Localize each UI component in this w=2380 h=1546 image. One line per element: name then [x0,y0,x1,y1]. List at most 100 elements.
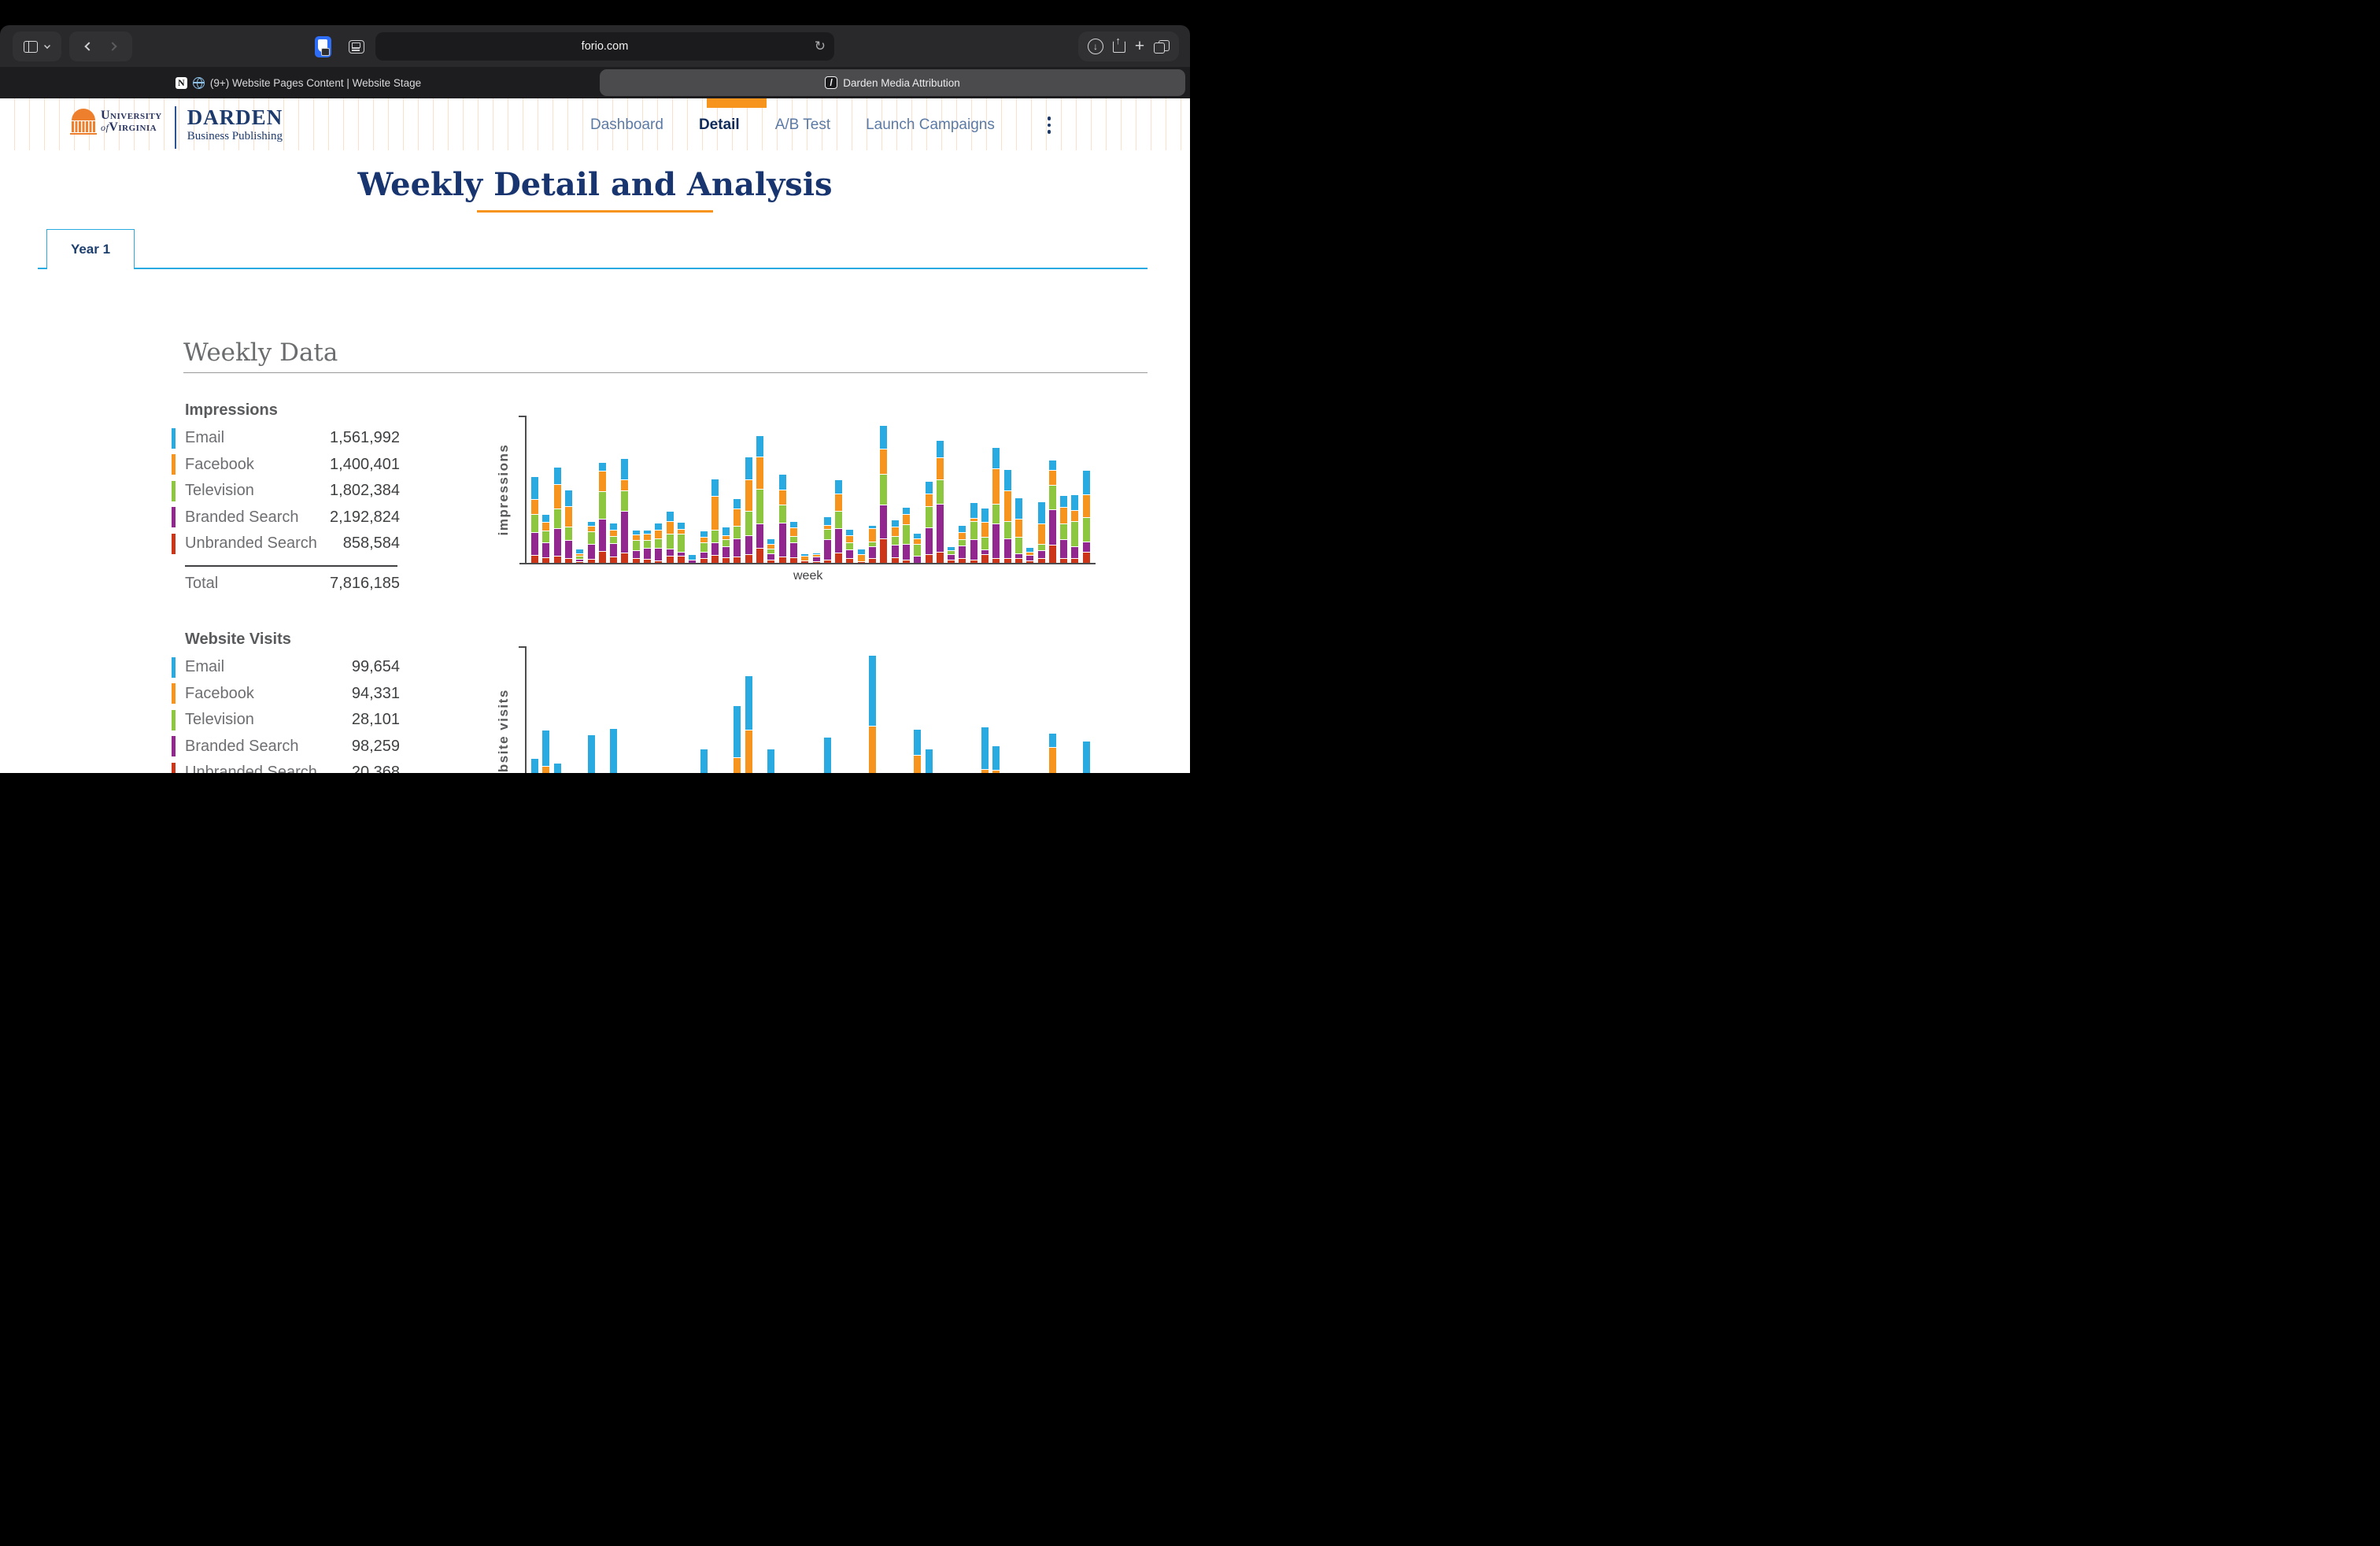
tab-overview-icon[interactable] [1154,40,1170,54]
nav-ab-test[interactable]: A/B Test [775,117,830,134]
bar-segment [869,529,876,542]
metric-value: 1,400,401 [330,456,400,474]
bar-segment [610,544,617,557]
bar-segment [1049,471,1056,485]
sidebar-toggle-button[interactable] [13,31,61,61]
bar-segment [970,519,978,521]
metric-row: Unbranded Search20,368 [172,760,400,773]
tab-year-1[interactable]: Year 1 [46,229,135,269]
bar-segment [992,448,1000,468]
stacked-bar [644,530,651,563]
uva-wordmark: University ofVirginia [101,109,162,134]
stacked-bar [531,476,538,563]
stacked-bar [926,749,933,773]
bar-segment [588,560,595,563]
stacked-bar [599,462,606,563]
bar-segment [565,507,572,527]
browser-tab-website-pages[interactable]: N (9+) Website Pages Content | Website S… [0,67,597,98]
bar-segment [914,539,921,544]
bar-segment [700,749,708,773]
stacked-bar [880,425,887,563]
bar-segment [745,676,752,730]
bar-segment [1071,522,1078,546]
bar-segment [734,758,741,773]
forio-slash-icon: / [825,76,837,89]
new-tab-icon[interactable]: + [1135,39,1144,54]
bar-segment [926,482,933,494]
bar-segment [1049,546,1056,563]
nav-detail[interactable]: Detail [699,117,740,134]
bar-segment [892,558,899,563]
bar-segment [1038,545,1045,550]
forward-button[interactable] [108,42,116,50]
bar-segment [610,557,617,563]
bar-segment [1060,496,1067,507]
bar-segment [779,505,786,523]
bar-segment [869,656,876,726]
bar-segment [1015,498,1022,519]
bar-segment [689,560,696,563]
bar-segment [1083,553,1090,563]
bar-segment [1038,502,1045,523]
bar-segment [644,549,651,559]
chevron-down-icon [44,43,50,49]
page-title: Weekly Detail and Analysis [0,166,1190,203]
bar-segment [970,503,978,518]
darden-wordmark: DARDEN Business Publishing [187,106,283,143]
bar-segment [610,523,617,530]
bar-segment [655,531,662,538]
series-color-swatch [172,481,176,501]
metric-row: Email99,654 [172,654,400,681]
bar-segment [914,545,921,556]
stacked-bar [869,525,876,563]
series-color-swatch [172,657,176,678]
metric-row: Email1,561,992 [172,425,400,452]
stacked-bar [779,474,786,563]
bar-segment [610,729,617,773]
bar-segment [588,545,595,559]
bar-segment [892,537,899,545]
stacked-bar [1060,495,1067,563]
metric-value: 94,331 [352,685,400,703]
bar-segment [914,756,921,773]
bar-segment [610,537,617,543]
series-color-swatch [172,710,176,730]
nav-launch-campaigns[interactable]: Launch Campaigns [866,117,995,134]
reload-icon[interactable]: ↻ [815,39,826,54]
menu-bar [0,0,1190,25]
stacked-bar [554,763,561,773]
metric-label: Branded Search [185,509,299,527]
browser-tab-darden-media-attribution[interactable]: / Darden Media Attribution [600,69,1185,96]
address-bar[interactable]: forio.com ↻ [375,32,834,61]
stacked-bar [981,727,989,773]
bar-segment [531,477,538,499]
stacked-bar [981,508,989,563]
bar-segment [542,523,549,531]
share-icon[interactable] [1113,41,1125,53]
browser-toolbar: forio.com ↻ ↓ + [0,25,1190,67]
bar-segment [700,559,708,563]
stacked-bar [1038,501,1045,563]
impressions-chart-y-axis [525,416,527,564]
total-value: 7,816,185 [330,575,400,593]
kebab-menu-icon[interactable] [1048,117,1051,134]
bar-segment [959,533,966,539]
bar-segment [779,523,786,557]
bar-segment [880,539,887,563]
bar-segment [835,553,842,563]
stacked-bar [767,538,774,563]
reader-view-icon[interactable] [349,40,364,54]
logo-divider [175,106,176,149]
bar-segment [1026,556,1033,560]
nav-dashboard[interactable]: Dashboard [590,117,663,134]
back-button[interactable] [84,42,93,50]
bar-segment [790,558,797,563]
bar-segment [655,539,662,548]
bar-segment [1015,559,1022,563]
bar-segment [903,508,910,514]
metric-value: 1,802,384 [330,482,400,500]
bar-segment [711,479,719,496]
content-blocker-extension-icon[interactable] [315,36,331,57]
downloads-icon[interactable]: ↓ [1088,39,1103,54]
bar-segment [914,557,921,563]
